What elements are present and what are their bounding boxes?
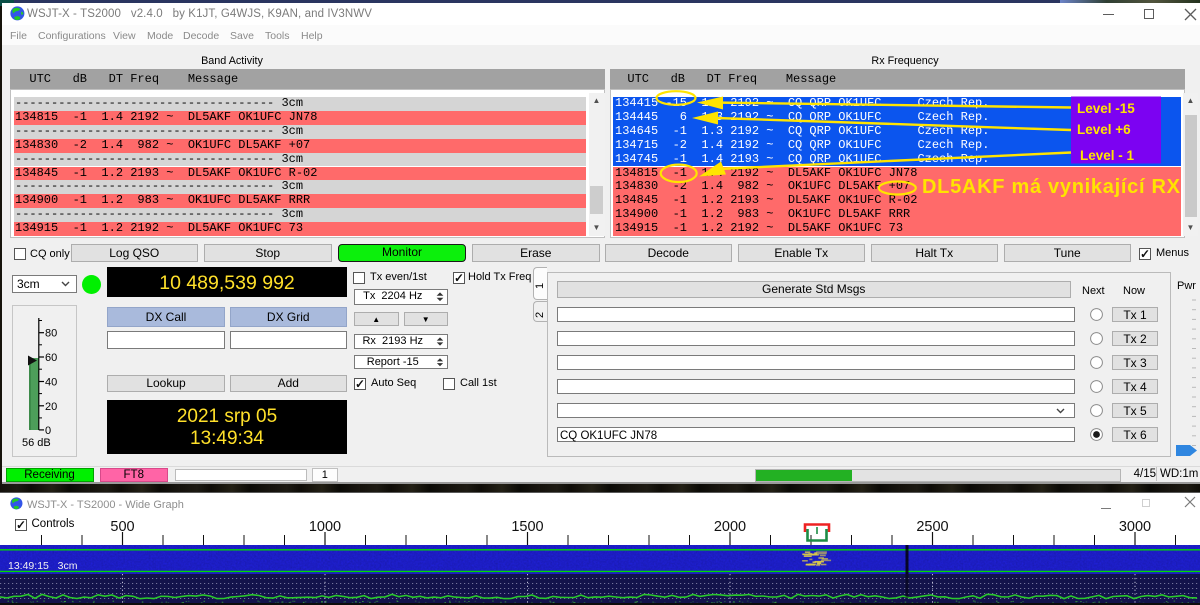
svg-text:Level +6: Level +6 — [1077, 122, 1131, 137]
svg-text:1000: 1000 — [309, 519, 341, 535]
svg-text:80: 80 — [45, 328, 57, 340]
svg-text:2500: 2500 — [916, 519, 948, 535]
svg-text:500: 500 — [110, 519, 134, 535]
svg-text:20: 20 — [45, 401, 57, 413]
svg-text:Level - 1: Level - 1 — [1080, 148, 1135, 163]
svg-text:DL5AKF má vynikající RX: DL5AKF má vynikající RX — [922, 176, 1181, 198]
svg-text:40: 40 — [45, 377, 57, 389]
svg-text:13:49:15 3cm: 13:49:15 3cm — [8, 560, 78, 572]
svg-text:2000: 2000 — [714, 519, 746, 535]
svg-text:1500: 1500 — [511, 519, 543, 535]
svg-text:0: 0 — [45, 425, 51, 437]
svg-text:Level -15: Level -15 — [1077, 101, 1135, 116]
svg-text:3000: 3000 — [1119, 519, 1151, 535]
svg-text:60: 60 — [45, 352, 57, 364]
